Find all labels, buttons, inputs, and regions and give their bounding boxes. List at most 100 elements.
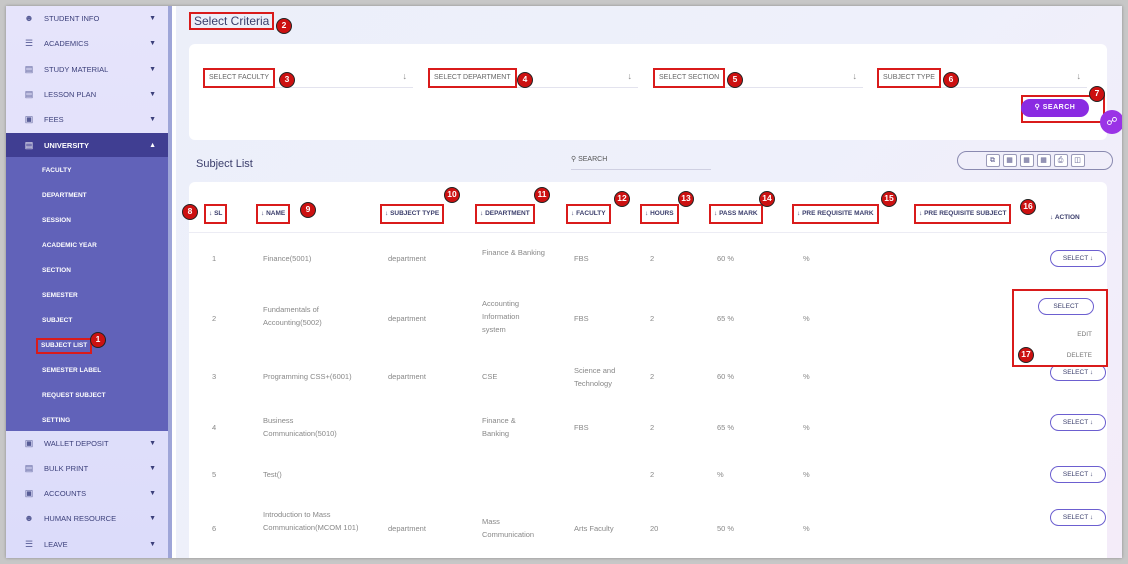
cell-name: Introduction to Mass Communication(MCOM …	[263, 510, 359, 532]
row-action-select[interactable]: SELECT ↓	[1050, 509, 1106, 526]
dropdown-item-edit[interactable]: EDIT	[1077, 331, 1092, 338]
print-icon: ▤	[24, 463, 34, 473]
col-header-pre-requisite-mark[interactable]: ↓ PRE REQUISITE MARK	[792, 204, 879, 224]
col-header-pass-mark[interactable]: ↓ PASS MARK	[709, 204, 763, 224]
action-label: SELECT	[1062, 419, 1089, 426]
submenu-item-request-subject[interactable]: Request Subject	[40, 389, 108, 403]
select-department[interactable]: SELECT DEPARTMENT ↓	[428, 68, 638, 88]
select-subject-type[interactable]: SUBJECT TYPE ↓	[877, 68, 1087, 88]
cart-fab-icon[interactable]: ☍	[1100, 110, 1122, 134]
sidebar-item-academics[interactable]: ☰ Academics ▼	[6, 31, 168, 55]
col-header-label: FACULTY	[576, 210, 606, 217]
col-header-label: HOURS	[650, 210, 674, 217]
annotation-badge-16: 16	[1020, 199, 1036, 215]
excel-icon[interactable]: ▦	[1002, 154, 1017, 167]
annotation-badge-10: 10	[444, 187, 460, 203]
col-header-label: NAME	[266, 210, 286, 217]
human-resource-icon: ☻	[24, 513, 34, 523]
submenu-item-semester-label[interactable]: Semester Label	[40, 364, 103, 378]
col-header-subject-type[interactable]: ↓ SUBJECT TYPE	[380, 204, 445, 224]
col-header-label: PRE REQUISITE SUBJECT	[924, 210, 1007, 217]
arrow-down-icon: ↓	[1076, 71, 1082, 81]
sidebar-item-university[interactable]: ▤ University ▲	[6, 133, 168, 157]
copy-icon[interactable]: ⧉	[985, 154, 1000, 167]
dropdown-item-delete[interactable]: DELETE	[1067, 352, 1092, 359]
col-header-faculty[interactable]: ↓ FACULTY	[566, 204, 611, 224]
sidebar-item-wallet-deposit[interactable]: ▣ Wallet Deposit ▼	[6, 431, 168, 455]
sidebar-item-accounts[interactable]: ▣ Accounts ▼	[6, 481, 168, 505]
sidebar-item-label: University	[44, 140, 90, 150]
annotation-badge-8: 8	[182, 204, 198, 220]
subject-list-title: Subject List	[196, 158, 253, 170]
sidebar-item-human-resource[interactable]: ☻ Human Resource ▼	[6, 506, 168, 530]
submenu-item-section[interactable]: Section	[40, 264, 73, 278]
sidebar-item-study-material[interactable]: ▤ Study Material ▼	[6, 57, 168, 81]
col-header-name[interactable]: ↓ NAME	[256, 204, 291, 224]
sidebar-item-leave[interactable]: ☰ Leave ▼	[6, 532, 168, 556]
col-header-sl[interactable]: ↓ SL	[204, 204, 228, 224]
col-header-label: DEPARTMENT	[485, 210, 530, 217]
chevron-down-icon: ▼	[149, 14, 156, 22]
export-toolbar: ⧉ ▦ ▦ ▦ ⎙ ◫	[957, 151, 1113, 170]
cell-name: Finance(5001)	[263, 254, 312, 263]
cell-sl: 5	[212, 470, 217, 479]
col-header-hours[interactable]: ↓ HOURS	[640, 204, 679, 224]
columns-icon[interactable]: ◫	[1070, 154, 1085, 167]
accounts-icon: ▣	[24, 488, 34, 498]
select-department-label: SELECT DEPARTMENT	[428, 68, 517, 88]
cell-department: Finance & Banking	[482, 248, 545, 257]
cell-sl: 1	[212, 254, 217, 263]
sidebar-item-label: Academics	[44, 38, 89, 48]
cell-department: Accounting Information system	[482, 299, 520, 334]
annotation-badge-4: 4	[517, 72, 533, 88]
submenu-item-semester[interactable]: Semester	[40, 289, 80, 303]
search-button[interactable]: ⚲ SEARCH	[1021, 99, 1089, 117]
study-material-icon: ▤	[24, 64, 34, 74]
academics-icon: ☰	[24, 38, 34, 48]
cell-type: department	[388, 524, 426, 533]
submenu-item-faculty[interactable]: Faculty	[40, 164, 74, 178]
submenu-item-subject[interactable]: Subject	[40, 314, 74, 328]
chevron-down-icon: ▼	[149, 90, 156, 98]
chevron-down-icon: ▼	[149, 540, 156, 548]
submenu-item-academic-year[interactable]: Academic Year	[40, 239, 99, 253]
chevron-down-icon: ▼	[149, 439, 156, 447]
cell-faculty: Arts Faculty	[574, 524, 614, 533]
annotation-badge-13: 13	[678, 191, 694, 207]
col-header-label: PASS MARK	[719, 210, 758, 217]
col-header-label: PRE REQUISITE MARK	[802, 210, 874, 217]
cell-hours: 2	[650, 372, 655, 381]
cell-name: Fundamentals of Accounting(5002)	[263, 305, 322, 327]
sidebar-item-student-info[interactable]: ☻ Student Info ▼	[6, 6, 168, 30]
row-action-select[interactable]: SELECT ↓	[1050, 466, 1106, 483]
cell-name: Programming CSS+(6001)	[263, 372, 352, 381]
submenu-item-department[interactable]: Department	[40, 189, 89, 203]
sidebar: ☻ Student Info ▼ ☰ Academics ▼ ▤ Study Materi…	[6, 6, 172, 558]
cell-department: Finance & Banking	[482, 416, 516, 438]
cell-sl: 2	[212, 314, 217, 323]
csv-icon[interactable]: ▦	[1019, 154, 1034, 167]
submenu-item-subject-list[interactable]: Subject List	[36, 338, 93, 354]
select-section[interactable]: SELECT SECTION ↓	[653, 68, 863, 88]
action-label: SELECT	[1062, 255, 1089, 262]
cell-hours: 2	[650, 254, 655, 263]
sidebar-item-fees[interactable]: ▣ Fees ▼	[6, 107, 168, 131]
print-icon[interactable]: ⎙	[1053, 154, 1068, 167]
row-action-select[interactable]: SELECT ↓	[1050, 250, 1106, 267]
table-search-input[interactable]: ⚲ SEARCH	[571, 150, 711, 170]
arrow-down-icon: ↓	[402, 71, 408, 81]
col-header-pre-requisite-subject[interactable]: ↓ PRE REQUISITE SUBJECT	[914, 204, 1012, 224]
annotation-badge-9: 9	[300, 202, 316, 218]
dropdown-select-button[interactable]: SELECT	[1038, 298, 1094, 315]
page-title: Select Criteria	[189, 12, 275, 30]
col-header-label: SL	[214, 210, 223, 217]
pdf-icon[interactable]: ▦	[1036, 154, 1051, 167]
submenu-item-session[interactable]: Session	[40, 214, 73, 228]
sidebar-item-bulk-print[interactable]: ▤ Bulk Print ▼	[6, 456, 168, 480]
col-header-department[interactable]: ↓ DEPARTMENT	[475, 204, 535, 224]
submenu-item-setting[interactable]: Setting	[40, 414, 72, 428]
sidebar-item-lesson-plan[interactable]: ▤ Lesson Plan ▼	[6, 82, 168, 106]
sidebar-item-label: Wallet Deposit	[44, 438, 109, 448]
row-action-select[interactable]: SELECT ↓	[1050, 414, 1106, 431]
select-faculty[interactable]: SELECT FACULTY ↓	[203, 68, 413, 88]
